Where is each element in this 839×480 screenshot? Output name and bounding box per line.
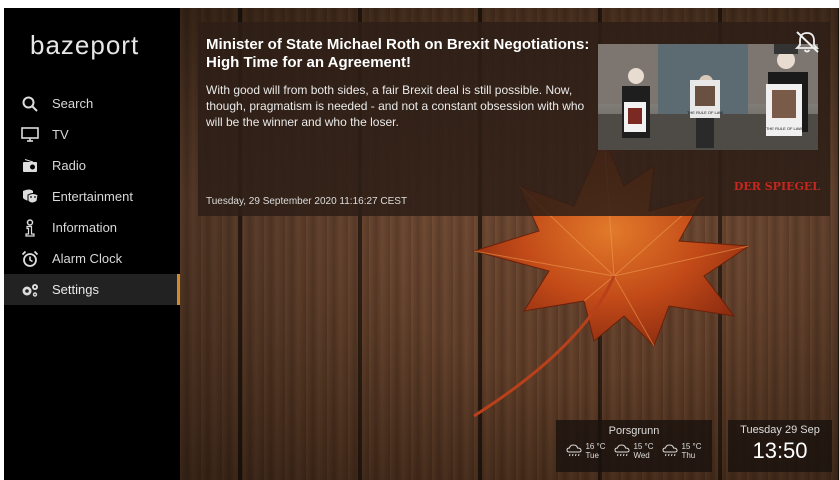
sidebar-item-settings[interactable]: Settings bbox=[4, 274, 180, 305]
forecast-temp: 15 °C bbox=[681, 442, 702, 451]
clock-time: 13:50 bbox=[752, 438, 808, 463]
forecast-temp: 16 °C bbox=[585, 442, 606, 451]
settings-icon bbox=[20, 280, 40, 300]
weather-city: Porsgrunn bbox=[608, 425, 660, 437]
radio-icon bbox=[20, 156, 40, 176]
forecast-day: 16 °C Tue bbox=[566, 442, 606, 460]
sidebar-item-label: Radio bbox=[52, 158, 86, 173]
sidebar-item-label: Alarm Clock bbox=[52, 251, 123, 266]
tv-icon bbox=[20, 125, 40, 145]
sidebar-item-search[interactable]: Search bbox=[4, 88, 180, 119]
sidebar-item-label: Search bbox=[52, 96, 94, 111]
app-logo: bazeport bbox=[30, 30, 140, 60]
forecast-day: 15 °C Wed bbox=[614, 442, 654, 460]
tv-screen: bazeport Search TV Radio Entertainment I… bbox=[4, 8, 839, 480]
sidebar-item-label: Information bbox=[52, 220, 118, 235]
news-timestamp: Tuesday, 29 September 2020 11:16:27 CEST bbox=[206, 196, 408, 207]
forecast-day-label: Thu bbox=[681, 451, 696, 460]
news-title: Minister of State Michael Roth on Brexit… bbox=[206, 36, 590, 71]
sidebar-item-label: Entertainment bbox=[52, 189, 133, 204]
sidebar: bazeport Search TV Radio Entertainment I… bbox=[4, 8, 180, 480]
main-menu: Search TV Radio Entertainment Informatio… bbox=[4, 88, 180, 305]
svg-text:THE RULE OF LAW: THE RULE OF LAW bbox=[766, 126, 802, 131]
sidebar-item-alarm-clock[interactable]: Alarm Clock bbox=[4, 243, 180, 274]
sidebar-item-label: Settings bbox=[52, 282, 99, 297]
svg-text:THE RULE OF LAW: THE RULE OF LAW bbox=[687, 110, 723, 115]
information-icon bbox=[20, 218, 40, 238]
mute-icon[interactable] bbox=[794, 30, 820, 54]
sidebar-item-information[interactable]: Information bbox=[4, 212, 180, 243]
search-icon bbox=[20, 94, 40, 114]
cloud-rain-icon bbox=[614, 444, 630, 457]
forecast-temp: 15 °C bbox=[633, 442, 654, 451]
weather-widget: Porsgrunn 16 °C Tue 15 °C Wed 15 °C Thu bbox=[556, 420, 712, 472]
news-source-logo: DER SPIEGEL bbox=[733, 180, 820, 193]
sidebar-item-radio[interactable]: Radio bbox=[4, 150, 180, 181]
cloud-rain-icon bbox=[662, 444, 678, 457]
forecast-day-label: Wed bbox=[633, 451, 650, 460]
sidebar-item-label: TV bbox=[52, 127, 69, 142]
forecast-day: 15 °C Thu bbox=[662, 442, 702, 460]
news-panel[interactable]: Minister of State Michael Roth on Brexit… bbox=[198, 22, 830, 216]
alarm-clock-icon bbox=[20, 249, 40, 269]
clock-date: Tuesday 29 Sep bbox=[740, 424, 820, 436]
news-photo: THE RULE OF LAW THE RULE OF LAW bbox=[598, 44, 818, 150]
entertainment-icon bbox=[20, 187, 40, 207]
sidebar-item-tv[interactable]: TV bbox=[4, 119, 180, 150]
news-body: With good will from both sides, a fair B… bbox=[206, 83, 585, 129]
weather-forecast: 16 °C Tue 15 °C Wed 15 °C Thu bbox=[556, 442, 712, 460]
sidebar-item-entertainment[interactable]: Entertainment bbox=[4, 181, 180, 212]
cloud-rain-icon bbox=[566, 444, 582, 457]
clock-widget: Tuesday 29 Sep 13:50 bbox=[728, 420, 832, 472]
forecast-day-label: Tue bbox=[585, 451, 599, 460]
